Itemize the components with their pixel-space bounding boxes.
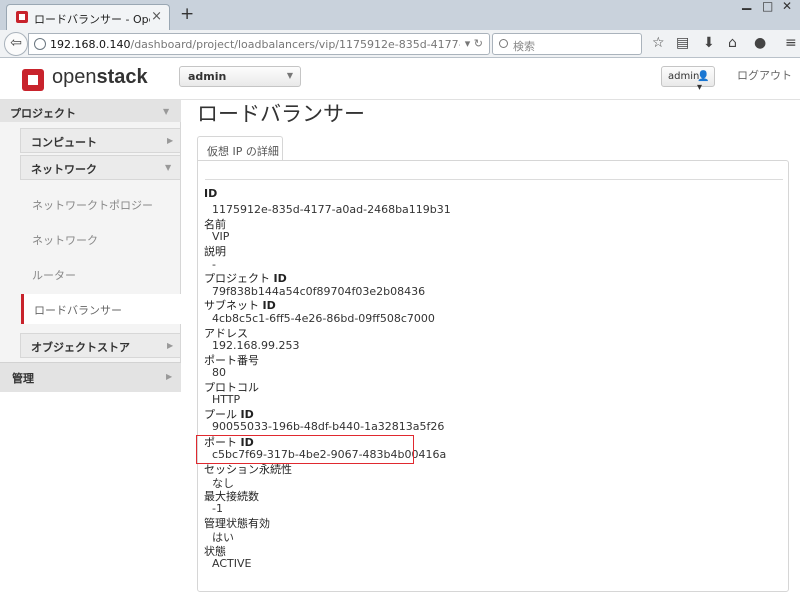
project-selector-label: admin xyxy=(188,70,227,83)
browser-titlebar: ロードバランサー - OpenSta... × + ▁ □ ✕ xyxy=(0,0,800,30)
globe-icon xyxy=(34,38,46,50)
field-value-name: VIP xyxy=(212,230,230,243)
sidebar-item-load-balancers[interactable]: ロードバランサー xyxy=(21,294,181,324)
sidebar-item-networks[interactable]: ネットワーク xyxy=(32,232,98,248)
chevron-right-icon: ▶ xyxy=(167,136,174,145)
project-selector[interactable]: admin ▼ xyxy=(179,66,301,87)
sidebar-network-label: ネットワーク xyxy=(31,163,97,176)
chevron-down-icon: ▼ xyxy=(165,163,172,172)
url-path: /dashboard/project/loadbalancers/vip/117… xyxy=(130,38,460,51)
maximize-icon[interactable]: □ xyxy=(762,0,773,13)
field-label-subnet-id: サブネット ID xyxy=(204,299,276,312)
field-value-id: 1175912e-835d-4177-a0ad-2468ba119b31 xyxy=(212,203,451,216)
menu-icon[interactable]: ≡ xyxy=(785,35,797,51)
details-panel xyxy=(197,160,789,592)
field-label-id: ID xyxy=(204,187,218,200)
reading-list-icon[interactable]: ▤ xyxy=(676,35,689,51)
reload-icon[interactable]: ▾ ↻ xyxy=(465,37,483,50)
field-value-port-number: 80 xyxy=(212,366,226,379)
tab-vip-details[interactable]: 仮想 IP の詳細 xyxy=(197,136,283,161)
search-icon xyxy=(499,39,508,48)
sidebar-compute[interactable]: コンピュート ▶ xyxy=(20,128,181,153)
field-value-status: ACTIVE xyxy=(212,557,252,570)
sidebar: プロジェクト ▼ コンピュート ▶ ネットワーク ▼ ネットワークトポロジー ネ… xyxy=(0,100,181,392)
logo-suffix: stack xyxy=(96,66,148,88)
window-close-icon[interactable]: ✕ xyxy=(782,0,792,13)
field-value-protocol: HTTP xyxy=(212,393,241,406)
user-icon: 👤▾ xyxy=(697,71,710,93)
sidebar-admin-label: 管理 xyxy=(12,372,34,385)
star-icon[interactable]: ☆ xyxy=(652,35,665,51)
field-value-connection-limit: -1 xyxy=(212,502,223,515)
field-value-pool-id: 90055033-196b-48df-b440-1a32813a5f26 xyxy=(212,420,445,433)
search-bar[interactable]: 検索 xyxy=(492,33,642,55)
sidebar-compute-label: コンピュート xyxy=(31,136,97,149)
url-bar[interactable]: 192.168.0.140/dashboard/project/loadbala… xyxy=(28,33,490,55)
url-host: 192.168.0.140 xyxy=(50,38,131,51)
dashboard-header: openstack admin ▼ admin 👤▾ ログアウト xyxy=(0,58,800,100)
field-value-address: 192.168.99.253 xyxy=(212,339,300,352)
sidebar-item-routers[interactable]: ルーター xyxy=(32,267,76,283)
new-tab-button[interactable]: + xyxy=(180,4,194,24)
sidebar-project[interactable]: プロジェクト ▼ xyxy=(0,100,181,122)
back-button[interactable]: ⇦ xyxy=(4,32,28,56)
field-label-description: 説明 xyxy=(204,245,226,258)
openstack-favicon-icon xyxy=(16,11,28,23)
home-icon[interactable]: ⌂ xyxy=(728,35,737,51)
sidebar-object-store-label: オブジェクトストア xyxy=(31,341,130,354)
sidebar-item-network-topology[interactable]: ネットワークトポロジー xyxy=(32,197,153,213)
url-text: 192.168.0.140/dashboard/project/loadbala… xyxy=(50,38,460,51)
user-label: admin xyxy=(668,71,700,82)
sidebar-item-load-balancers-label: ロードバランサー xyxy=(34,304,122,317)
minimize-icon[interactable]: ▁ xyxy=(742,0,751,10)
sidebar-object-store[interactable]: オブジェクトストア ▶ xyxy=(20,333,181,358)
download-icon[interactable]: ⬇ xyxy=(703,35,715,51)
chevron-down-icon: ▼ xyxy=(286,71,293,80)
sidebar-admin[interactable]: 管理 ▶ xyxy=(0,362,181,392)
openstack-logo-icon xyxy=(22,69,44,91)
port-id-highlight-box xyxy=(196,435,414,464)
field-value-subnet-id: 4cb8c5c1-6ff5-4e26-86bd-09ff508c7000 xyxy=(212,312,435,325)
chevron-down-icon: ▼ xyxy=(163,107,170,116)
openstack-logo[interactable]: openstack xyxy=(52,66,148,89)
logout-link[interactable]: ログアウト xyxy=(737,67,792,83)
chevron-right-icon: ▶ xyxy=(166,372,173,381)
user-menu-button[interactable]: admin 👤▾ xyxy=(661,66,715,93)
chat-icon[interactable]: ● xyxy=(754,35,766,51)
search-placeholder: 検索 xyxy=(513,40,535,53)
tab-vip-details-label: 仮想 IP の詳細 xyxy=(207,145,279,158)
sidebar-network[interactable]: ネットワーク ▼ xyxy=(20,155,181,180)
sidebar-project-label: プロジェクト xyxy=(10,107,76,120)
tab-close-button[interactable]: × xyxy=(151,9,162,24)
logo-prefix: open xyxy=(52,66,97,88)
chevron-right-icon: ▶ xyxy=(167,341,174,350)
field-label-project-id: プロジェクト ID xyxy=(204,272,287,285)
divider xyxy=(205,179,783,180)
page-title: ロードバランサー xyxy=(197,102,365,126)
tab-title: ロードバランサー - OpenSta... xyxy=(34,13,150,26)
browser-tab[interactable]: ロードバランサー - OpenSta... × xyxy=(6,4,170,30)
